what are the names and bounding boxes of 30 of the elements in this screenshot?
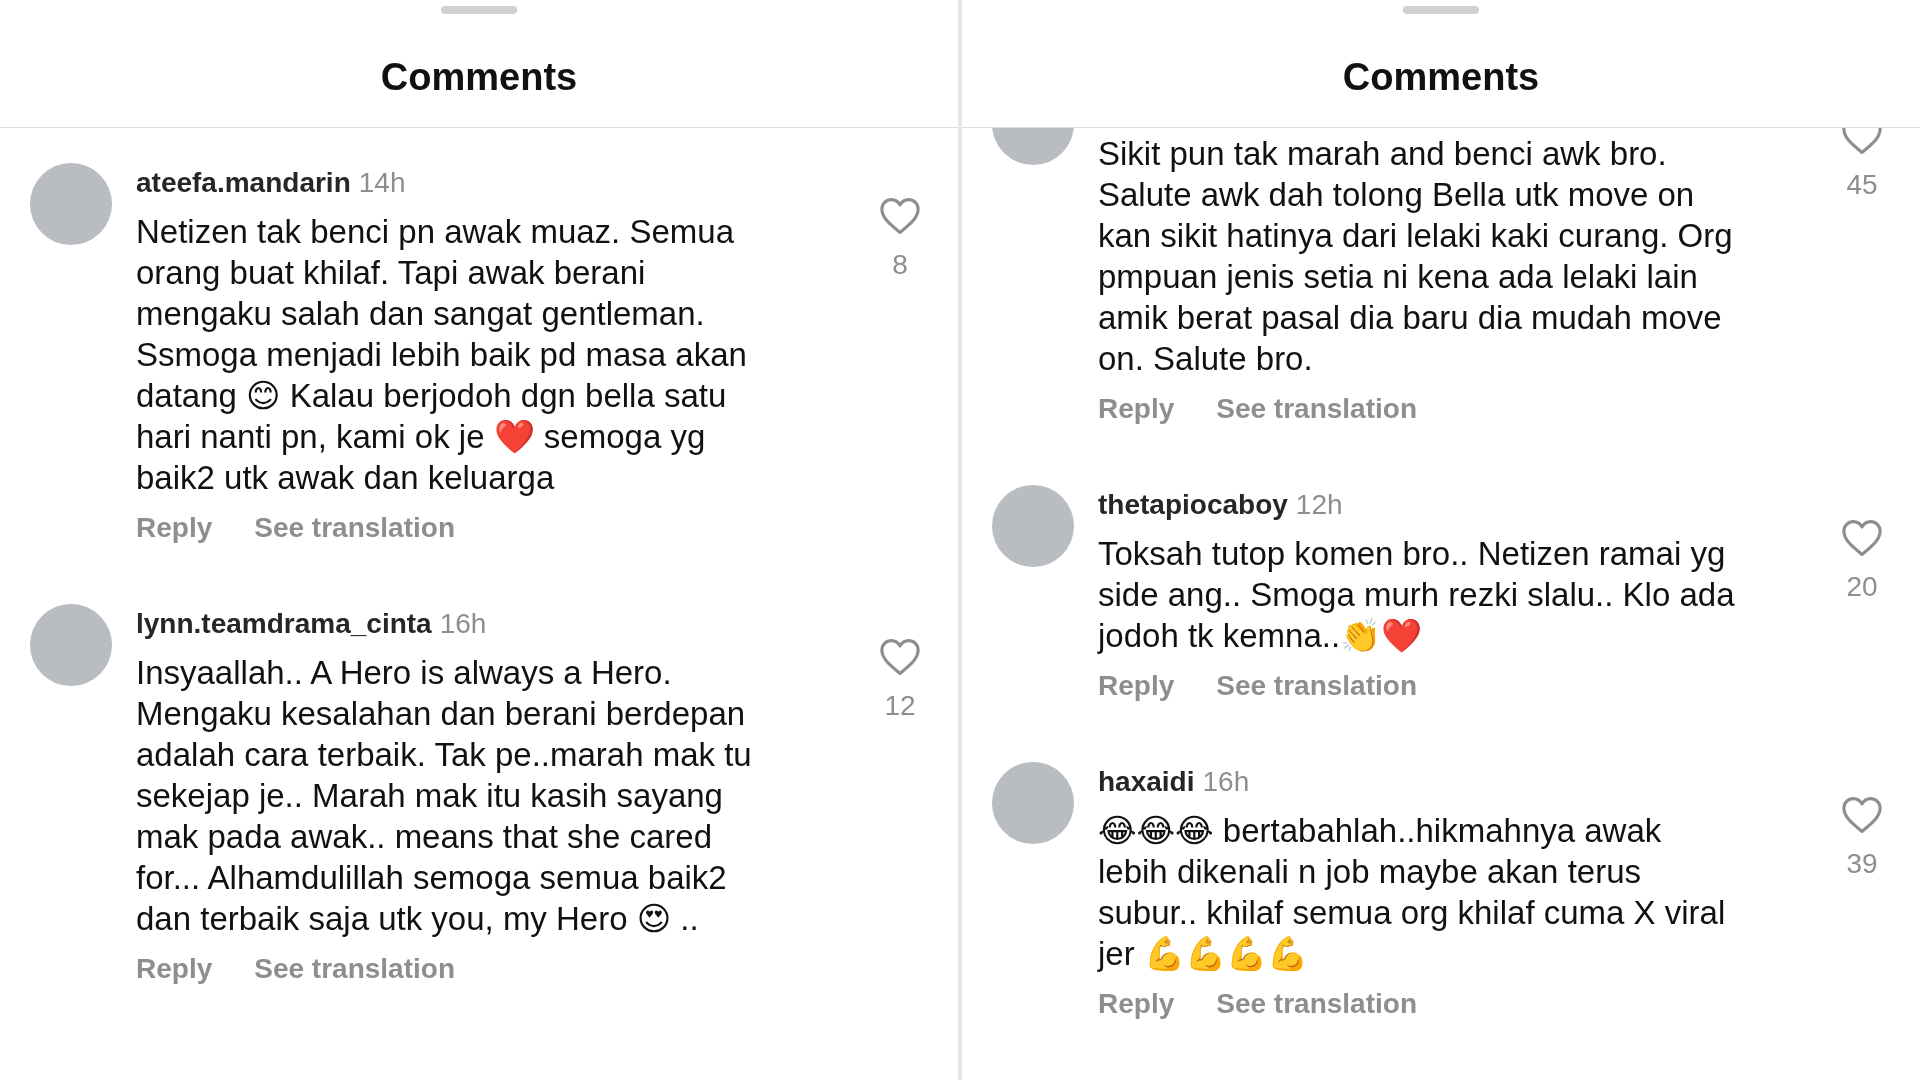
like-count: 39 — [1846, 848, 1878, 880]
username[interactable]: lynn.teamdrama_cinta — [136, 608, 432, 640]
comment-text: Toksah tutop komen bro.. Netizen ramai yg side ang.. Smoga murh rezki slalu.. Klo ada jodoh tk kemna..👏❤ — [1098, 534, 1736, 656]
comment-time: 16h — [439, 608, 487, 640]
like-count: 12 — [884, 690, 916, 722]
reply-link[interactable]: Reply — [1098, 393, 1175, 425]
like-count: 45 — [1846, 169, 1878, 201]
see-translation-link[interactable]: See translation — [1216, 670, 1417, 702]
like-count: 8 — [892, 249, 908, 281]
comment-time: 14h — [358, 167, 406, 199]
see-translation-link[interactable]: See translation — [1216, 988, 1417, 1020]
reply-link[interactable]: Reply — [136, 512, 213, 544]
comment-text: 😂😂😂 bertabahlah..hikmahnya awak lebih dikenali n job maybe akan terus subur.. khilaf semua org khilaf cuma X viral jer 💪💪💪💪 — [1098, 811, 1727, 974]
panel-title: Comments — [380, 56, 578, 99]
see-translation-link[interactable]: See translation — [254, 953, 455, 985]
see-translation-link[interactable]: See translation — [1216, 393, 1417, 425]
reply-link[interactable]: Reply — [1098, 670, 1175, 702]
reply-link[interactable]: Reply — [136, 953, 213, 985]
username[interactable]: haxaidi — [1098, 766, 1195, 798]
username[interactable]: thetapiocaboy — [1098, 489, 1288, 521]
like-count: 20 — [1846, 571, 1878, 603]
see-translation-link[interactable]: See translation — [254, 512, 455, 544]
comment-text: Sikit pun tak marah and benci awk bro. Salute awk dah tolong Bella utk move on kan sikit hatinya dari lelaki kaki curang. Org pmpuan jenis setia ni kena ada lelaki lain amik berat pasal dia baru dia mudah move on. Salute bro. — [1098, 134, 1734, 379]
comment-text: Insyaallah.. A Hero is always a Hero. Mengaku kesalahan dan berani berdepan adalah cara terbaik. Tak pe..marah mak tu sekejap je.. Marah mak itu kasih sayang mak pada awak.. means that she cared for... Alhamdulillah semoga semua baik2 dan terbaik saja utk you, my Hero 😍 .. — [136, 653, 753, 939]
comment-time: 16h — [1202, 766, 1250, 798]
comment-text: Netizen tak benci pn awak muaz. Semua orang buat khilaf. Tapi awak berani mengaku salah dan sangat gentleman. Ssmoga menjadi lebih baik pd masa akan datang 😊 Kalau berjodoh dgn bella satu hari nanti pn, kami ok je ❤ semoga yg baik2 utk awak dan keluarga — [136, 212, 748, 498]
reply-link[interactable]: Reply — [1098, 988, 1175, 1020]
comment-time: 12h — [1295, 489, 1343, 521]
username[interactable]: ateefa.mandarin — [136, 167, 351, 199]
panel-title: Comments — [1342, 56, 1540, 99]
